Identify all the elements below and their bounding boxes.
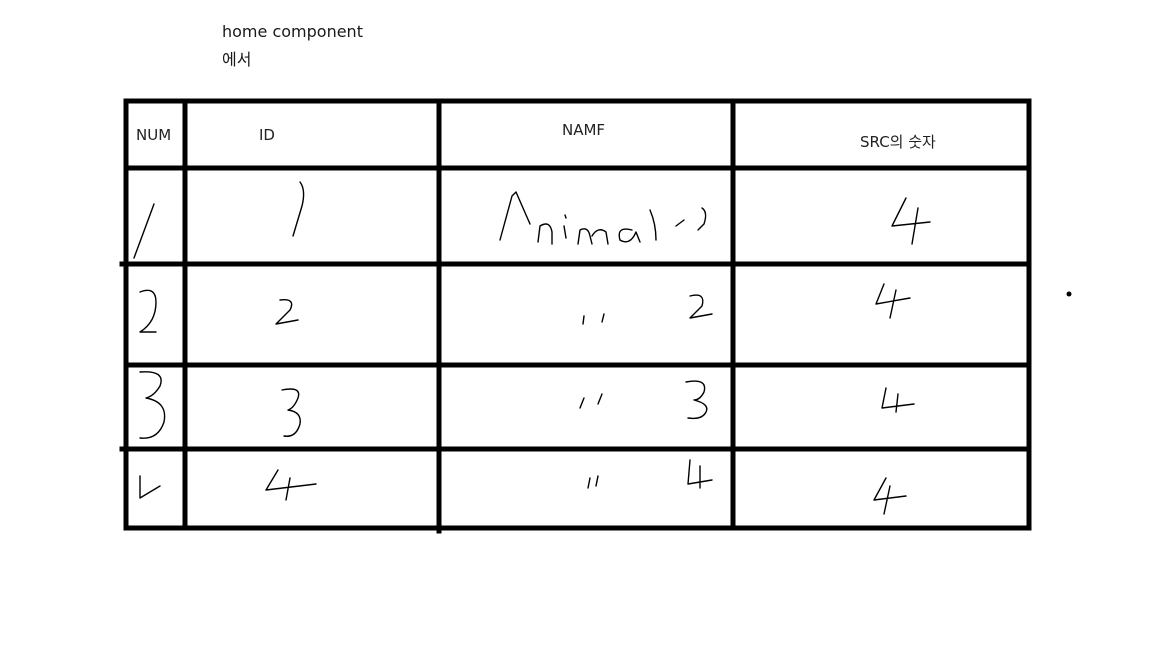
row4-ditto-handwriting xyxy=(587,475,599,489)
hand-drawn-table xyxy=(119,98,1072,534)
row3-id-handwriting xyxy=(281,388,301,437)
row1-id-handwriting xyxy=(292,181,305,237)
table-grid xyxy=(119,98,1032,534)
stray-dot xyxy=(1066,291,1072,297)
table-row-4 xyxy=(139,459,907,515)
row4-src-handwriting xyxy=(873,477,907,515)
row4-name-handwriting xyxy=(687,459,713,489)
row1-src-handwriting xyxy=(891,197,931,245)
row3-src-handwriting xyxy=(881,387,915,413)
row4-id-handwriting xyxy=(265,469,317,501)
row3-num-handwriting xyxy=(139,371,166,439)
row4-num-handwriting xyxy=(139,475,161,499)
table-row-1 xyxy=(133,181,931,259)
row2-ditto-handwriting xyxy=(582,313,605,325)
row3-ditto-handwriting xyxy=(579,393,603,409)
table-row-2 xyxy=(139,283,911,333)
row2-name-handwriting xyxy=(689,294,713,319)
row1-num-handwriting xyxy=(133,203,155,259)
table-row-3 xyxy=(139,371,915,439)
row2-src-handwriting xyxy=(875,283,911,319)
row3-name-handwriting xyxy=(685,380,708,420)
row2-id-handwriting xyxy=(275,299,299,325)
row2-num-handwriting xyxy=(139,289,157,333)
row1-name-handwriting xyxy=(499,191,707,245)
